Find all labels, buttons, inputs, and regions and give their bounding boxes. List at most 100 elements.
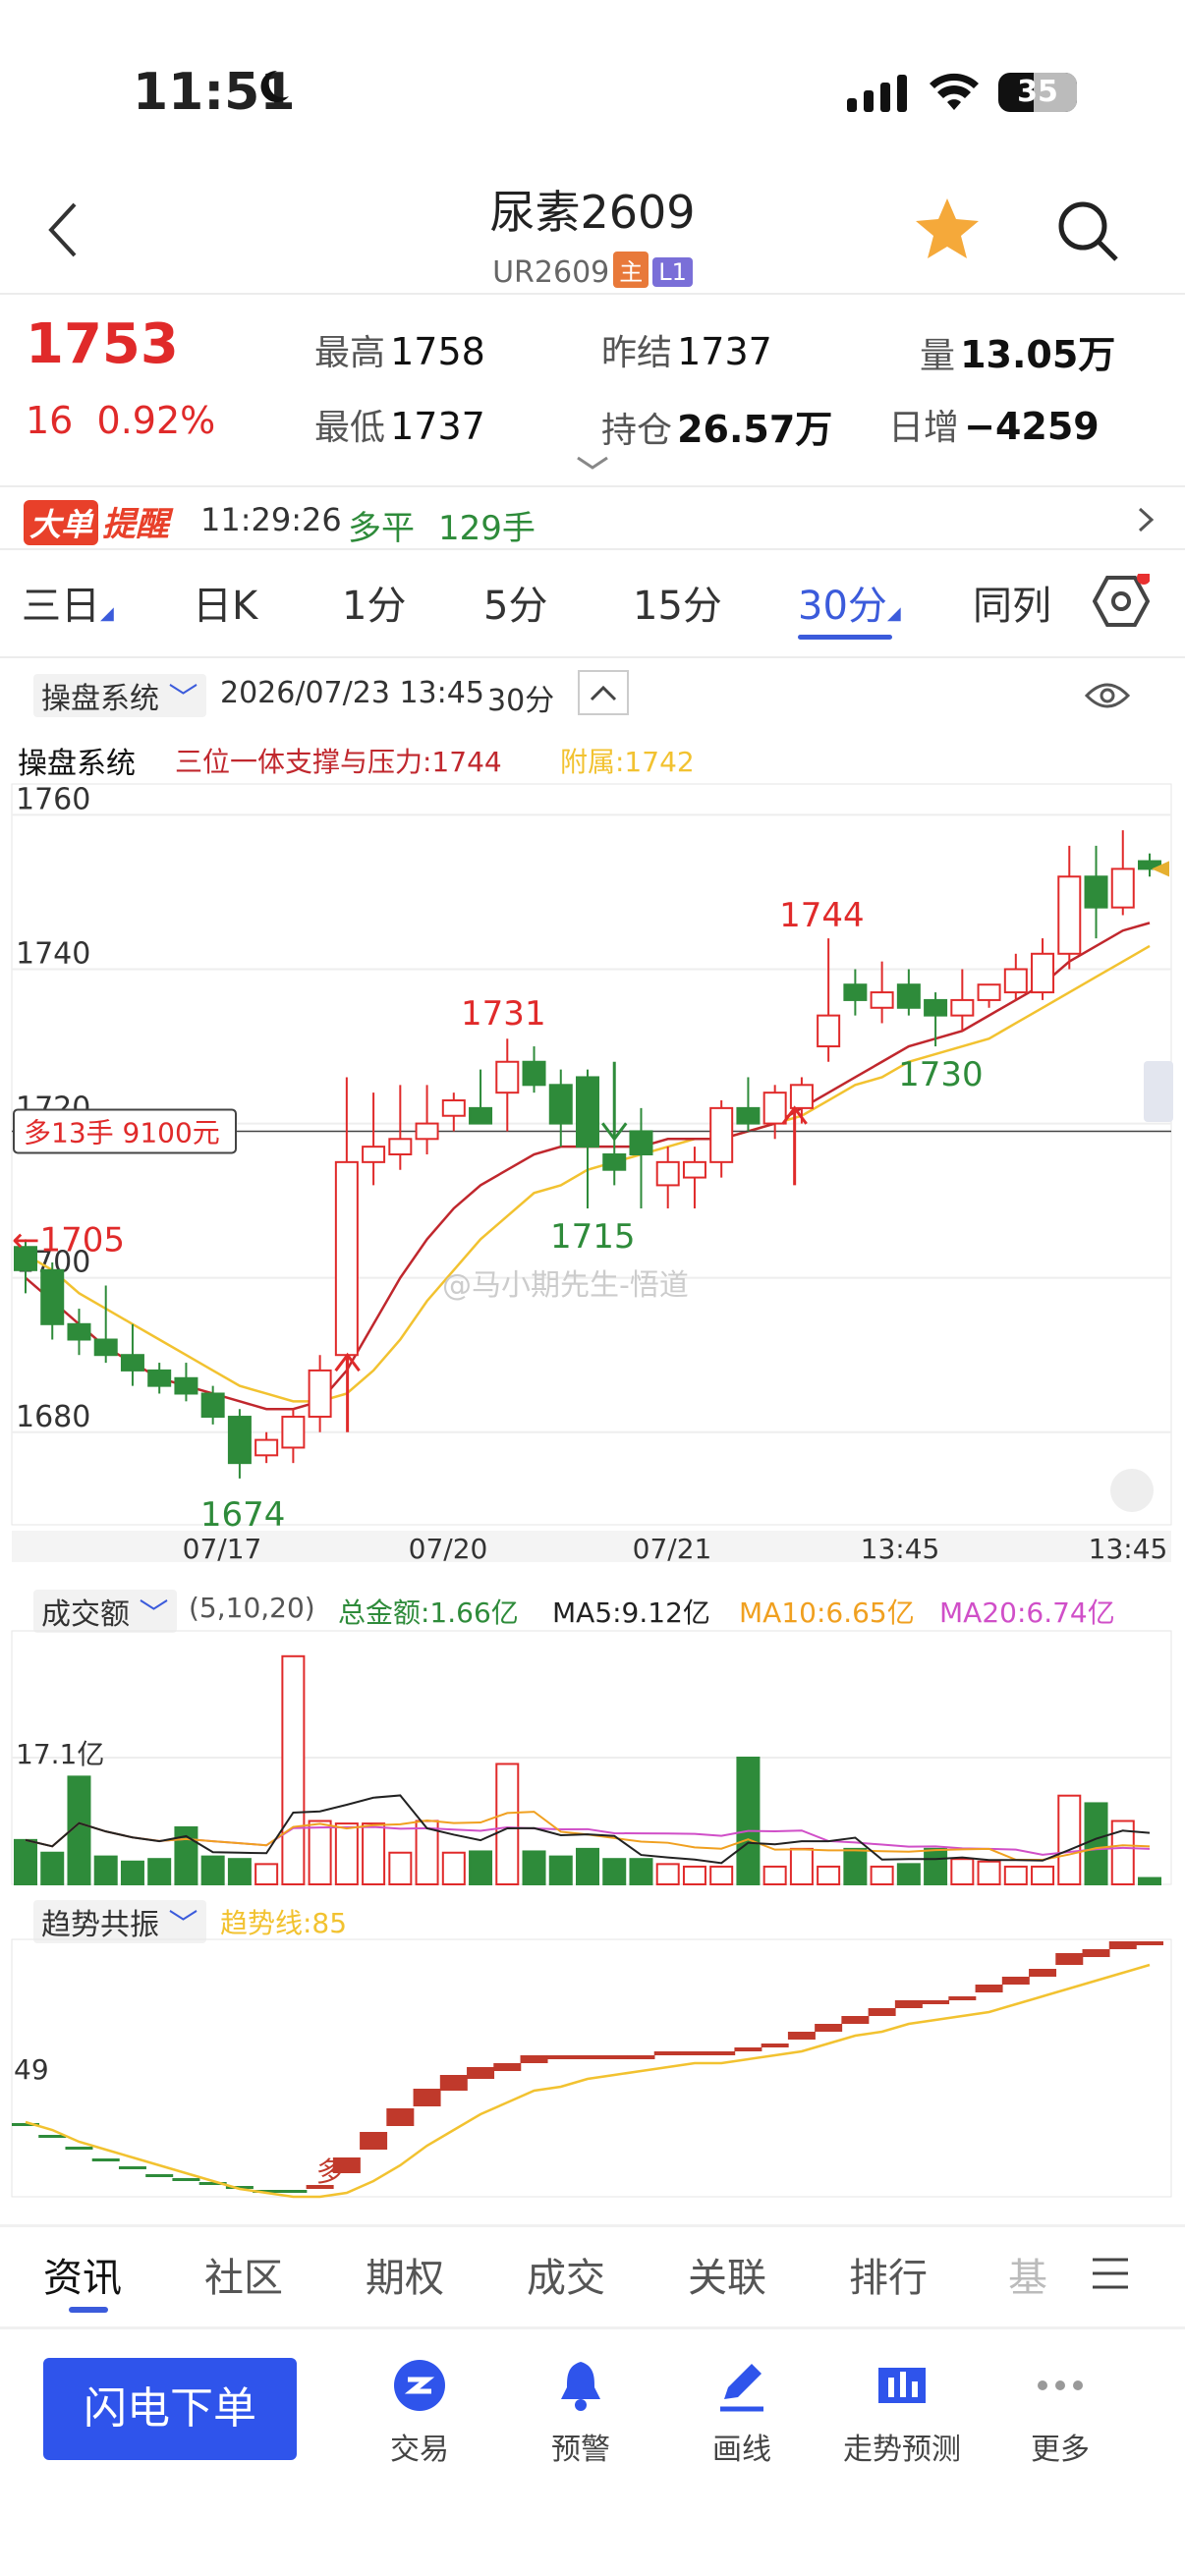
trend-bar — [1029, 1969, 1057, 1977]
peak-annotation: 1744 — [779, 896, 865, 935]
flash-order-button[interactable]: 闪电下单 — [43, 2358, 297, 2460]
chevron-down-icon: ﹀ — [168, 682, 198, 716]
trend-bar — [680, 2051, 708, 2055]
tab-1min[interactable]: 1分 — [342, 574, 406, 631]
moon-icon — [257, 67, 291, 106]
volume-bar — [254, 1863, 279, 1885]
trend-bar — [1082, 1949, 1110, 1957]
main-badge: 主 — [613, 252, 649, 288]
trend-bar — [546, 2055, 575, 2059]
volume-bar — [843, 1847, 868, 1886]
candle-body — [281, 1416, 306, 1449]
x-tick-label: 07/17 — [183, 1533, 262, 1562]
trend-frame — [11, 1938, 1172, 2198]
volume-bar — [1031, 1865, 1055, 1886]
trend-bar — [413, 2089, 441, 2106]
trend-bar — [707, 2051, 736, 2055]
star-icon[interactable] — [914, 196, 981, 265]
trend-bar — [868, 2008, 896, 2016]
volume-bar — [200, 1855, 225, 1885]
trend-bar — [600, 2055, 629, 2059]
trend-bar — [1108, 1941, 1137, 1949]
nav-prediction[interactable]: 走势预测 — [823, 2358, 981, 2468]
pen-icon — [668, 2358, 816, 2417]
candle-body — [576, 1076, 599, 1148]
eye-icon[interactable] — [1084, 680, 1131, 715]
long-marker: 多 — [316, 2156, 344, 2188]
trend-y-label: 49 — [14, 2053, 49, 2086]
trend-bar — [145, 2174, 174, 2177]
chevron-right-icon[interactable] — [1136, 505, 1156, 538]
contract-code: UR2609 — [492, 255, 610, 290]
tab-5min[interactable]: 5分 — [483, 574, 547, 631]
tab-15min[interactable]: 15分 — [633, 574, 722, 631]
volume-bar — [977, 1860, 1001, 1885]
level-annotation: ←1705 — [12, 1220, 125, 1260]
search-icon[interactable] — [1055, 198, 1120, 267]
candle-body — [1003, 968, 1028, 994]
dropdown-triangle-icon: ◢ — [886, 603, 901, 624]
collapse-button[interactable] — [578, 670, 629, 715]
price-change: 16 0.92% — [26, 399, 215, 442]
high-annotation: 1731 — [461, 994, 546, 1034]
candle-body — [362, 1146, 386, 1163]
y-tick-label: 1740 — [16, 937, 90, 972]
volume-y-label: 17.1亿 — [16, 1738, 104, 1770]
nav-draw[interactable]: 画线 — [668, 2358, 816, 2468]
trend-bar — [172, 2178, 200, 2181]
nav-trade[interactable]: 交易 — [346, 2358, 493, 2468]
trend-bar — [439, 2075, 468, 2091]
volume-bar — [1138, 1876, 1161, 1886]
tab-daily-k[interactable]: 日K — [193, 574, 257, 631]
tab-news[interactable]: 资讯 — [43, 2246, 122, 2303]
candle-body — [789, 1084, 814, 1109]
volume-bar — [924, 1847, 948, 1886]
settings-hexagon-icon[interactable] — [1092, 571, 1151, 633]
volume-bar — [388, 1851, 413, 1885]
open-interest-field: 持仓 26.57万 — [601, 408, 833, 451]
volume-bar — [950, 1858, 975, 1885]
prev-settle-field: 昨结 1737 — [601, 330, 772, 373]
candle-body — [388, 1138, 413, 1155]
tab-three-day[interactable]: 三日◢ — [22, 574, 114, 631]
big-order-alert[interactable]: 大单 提醒 — [24, 497, 169, 545]
candle-body — [254, 1438, 279, 1457]
tab-30min[interactable]: 30分◢ — [798, 574, 901, 631]
trend-bar — [65, 2147, 93, 2150]
expand-chevron-icon[interactable] — [576, 454, 609, 476]
tab-community[interactable]: 社区 — [204, 2246, 283, 2303]
low-annotation: 1674 — [200, 1495, 286, 1535]
volume-ma5: MA5:9.12亿 — [552, 1596, 710, 1629]
volume-bar — [469, 1850, 493, 1886]
nav-alert[interactable]: 预警 — [507, 2358, 654, 2468]
tab-same-column[interactable]: 同列 — [973, 574, 1051, 631]
tab-options[interactable]: 期权 — [366, 2246, 444, 2303]
volume-chart: 17.1亿 — [11, 1630, 1172, 1886]
x-tick-label: 07/20 — [409, 1533, 488, 1562]
trend-bar — [627, 2055, 655, 2059]
candle-body — [1057, 875, 1082, 955]
tab-related[interactable]: 关联 — [688, 2246, 766, 2303]
trend-bar — [1136, 1941, 1163, 1945]
candle-body — [629, 1130, 653, 1155]
candle-body — [762, 1092, 787, 1125]
trend-bar — [787, 2032, 816, 2040]
menu-icon[interactable] — [1089, 2256, 1132, 2295]
volume-bar — [736, 1757, 761, 1885]
volume-bar — [1057, 1794, 1082, 1885]
volume-bar — [120, 1860, 144, 1885]
signal-icon — [847, 75, 908, 118]
volume-bar — [93, 1855, 118, 1885]
volume-bar — [548, 1855, 573, 1885]
tab-trades[interactable]: 成交 — [527, 2246, 605, 2303]
volume-bar — [682, 1865, 706, 1886]
candle-body — [147, 1369, 172, 1387]
system-selector[interactable]: 操盘系统 ﹀ — [33, 674, 206, 717]
trend-bar — [841, 2016, 870, 2024]
volume-bar — [896, 1863, 921, 1885]
trend-bar — [948, 1996, 977, 2000]
support-annotation: 1730 — [898, 1055, 984, 1094]
nav-more[interactable]: 更多 — [987, 2358, 1134, 2468]
tab-basic[interactable]: 基 — [1008, 2246, 1047, 2303]
tab-ranking[interactable]: 排行 — [849, 2246, 928, 2303]
